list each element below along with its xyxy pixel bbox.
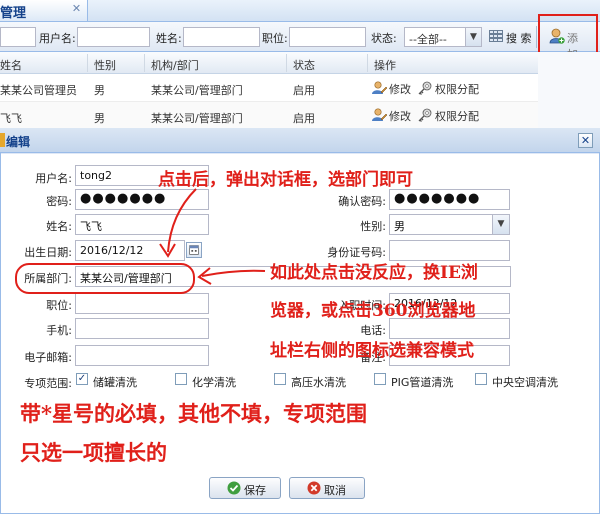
annotation-required-note-2: 只选一项擅长的 bbox=[20, 440, 167, 465]
annotation-browser-note-1: 如此处点击没反应，换IE浏 bbox=[270, 263, 478, 283]
annotation-required-note-1: 带*星号的必填，其他不填，专项范围 bbox=[20, 401, 367, 426]
annotation-click-note: 点击后，弹出对话框，选部门即可 bbox=[158, 170, 413, 190]
annotation-browser-note-2: 览器，或点击360浏览器地 bbox=[270, 301, 476, 321]
annotation-browser-note-3: 址栏右侧的图标选兼容模式 bbox=[270, 341, 474, 361]
